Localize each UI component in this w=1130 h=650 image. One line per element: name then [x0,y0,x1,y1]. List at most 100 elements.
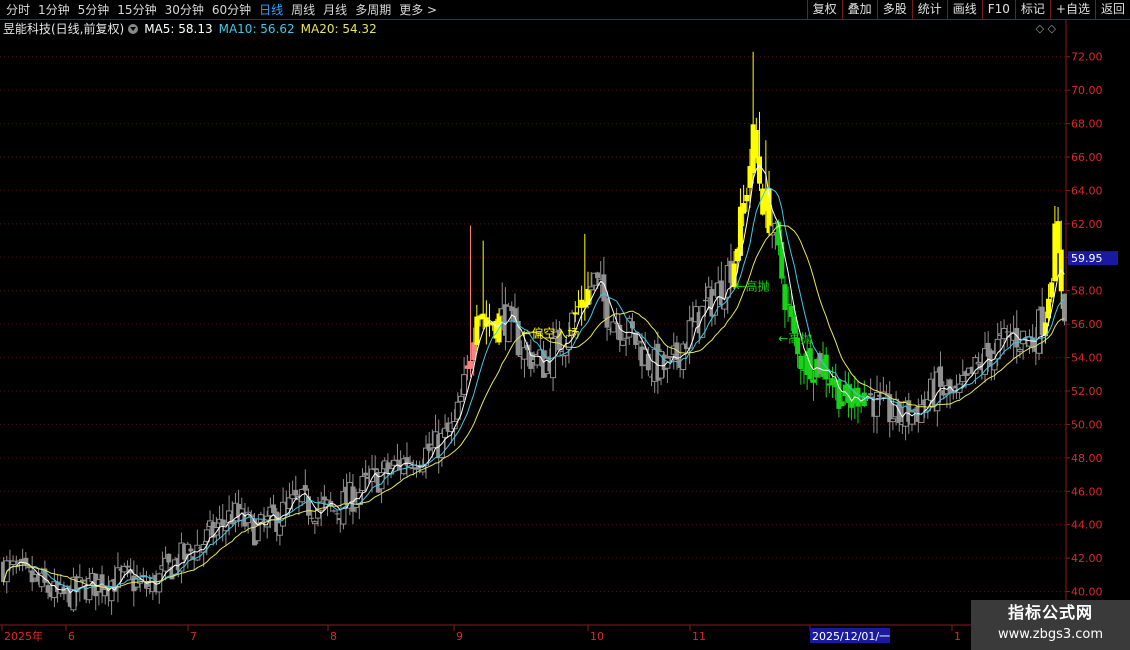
candle-body [938,366,944,387]
x-tick-label: 1 [954,630,961,643]
tab-period-7[interactable]: 周线 [287,0,319,20]
tab-period-5[interactable]: 60分钟 [208,0,255,20]
candle-body [45,585,51,593]
candle-body [757,156,763,184]
tool-button-8[interactable]: 返回 [1094,0,1130,20]
candle-body [604,297,610,328]
candle-body [280,501,287,527]
tool-button-5[interactable]: F10 [981,0,1015,20]
period-tabs: 分时 1分钟 5分钟 15分钟 30分钟 60分钟 日线 周线 月线 多周期 更多 > [2,0,441,20]
candle-body [588,286,595,291]
tool-button-4[interactable]: 画线 [946,0,982,20]
y-tick-label: 72.00 [1071,51,1103,64]
tool-button-1[interactable]: 叠加 [841,0,877,20]
tab-period-9[interactable]: 多周期 [351,0,395,20]
candle-body [331,510,337,512]
candle-body [839,401,845,407]
candle-body [76,577,83,589]
x-tick-label: 8 [330,630,337,643]
y-tick-label: 54.00 [1071,352,1103,365]
x-tick-label: 6 [68,630,75,643]
watermark-title: 指标公式网 [1007,603,1093,622]
tab-period-8[interactable]: 月线 [319,0,351,20]
candle-body [737,206,743,256]
candle-body [457,395,464,402]
y-tick-label: 68.00 [1071,118,1103,131]
tool-button-0[interactable]: 复权 [806,0,842,20]
candle-body [810,379,816,383]
tab-period-2[interactable]: 5分钟 [74,0,114,20]
watermark-url: www.zbgs3.com [997,627,1104,642]
candle-body [1004,331,1010,333]
candle-body [372,468,379,471]
y-tick-label: 64.00 [1071,184,1103,197]
y-tick-label: 52.00 [1071,385,1103,398]
candle-body [908,411,915,425]
current-price-label: 59.95 [1071,252,1103,265]
tool-button-7[interactable]: +自选 [1049,0,1095,20]
tab-period-0[interactable]: 分时 [2,0,34,20]
candle-body [505,305,512,343]
candle-body [334,513,340,515]
candle-body [782,284,788,311]
candle-body [617,324,623,341]
candle-body [1055,221,1061,254]
candle-body [10,560,17,565]
ma10-line [3,186,1065,592]
candle-body [467,360,473,369]
x-tick-label: 2025年 [4,629,43,643]
candle-body [309,517,315,519]
candle-body [311,521,318,525]
candle-body [798,355,804,370]
candle-body [595,272,601,279]
candle-body [744,194,750,202]
y-tick-label: 46.00 [1071,485,1103,498]
signal-annotation: ←偏空入场 [521,326,579,341]
x-tick-label: 2025/12/01/一 [812,630,890,643]
candle-body [299,488,306,503]
watermark: 指标公式网 www.zbgs3.com [971,600,1130,650]
candle-body [645,353,651,371]
tab-period-6[interactable]: 日线 [255,0,287,20]
top-toolbar: 分时 1分钟 5分钟 15分钟 30分钟 60分钟 日线 周线 月线 多周期 更多 > 复权 叠加 多股… [0,0,1130,20]
candle-body [623,337,629,339]
tab-period-1[interactable]: 1分钟 [34,0,74,20]
candle-body [959,374,966,383]
tool-button-6[interactable]: 标记 [1014,0,1050,20]
candle-body [474,316,480,345]
right-toolbar: 复权 叠加 多股 统计 画线 F10 标记 +自选 返回 [806,0,1130,20]
y-tick-label: 66.00 [1071,151,1103,164]
right-panel-strip [1118,20,1130,600]
candle-body [1001,327,1008,340]
kline-chart[interactable]: 72.0070.0068.0066.0064.0062.0060.0058.00… [0,20,1130,650]
y-tick-label: 48.00 [1071,452,1103,465]
candle-body [1016,348,1023,352]
tab-period-4[interactable]: 30分钟 [161,0,208,20]
candle-body [635,340,642,344]
candle-body [461,374,468,395]
y-tick-label: 50.00 [1071,418,1103,431]
candle-body [359,475,366,491]
candle-body [166,553,172,563]
candle-body [788,306,794,317]
y-tick-label: 62.00 [1071,218,1103,231]
y-tick-label: 44.00 [1071,519,1103,532]
candle-body [753,129,759,159]
x-tick-label: 9 [456,630,463,643]
candle-body [220,519,226,526]
y-tick-label: 42.00 [1071,552,1103,565]
y-tick-label: 58.00 [1071,285,1103,298]
candle-body [667,355,674,359]
candle-body [785,303,791,306]
tab-period-3[interactable]: 15分钟 [113,0,160,20]
y-tick-label: 40.00 [1071,586,1103,599]
tool-button-2[interactable]: 多股 [876,0,912,20]
y-tick-label: 70.00 [1071,84,1103,97]
tab-period-10[interactable]: 更多 > [395,0,441,20]
tool-button-3[interactable]: 统计 [911,0,947,20]
candle-body [703,299,709,302]
candle-body [79,579,86,582]
candle-body [1061,293,1067,322]
candle-body [868,393,874,396]
candle-body [363,472,369,476]
